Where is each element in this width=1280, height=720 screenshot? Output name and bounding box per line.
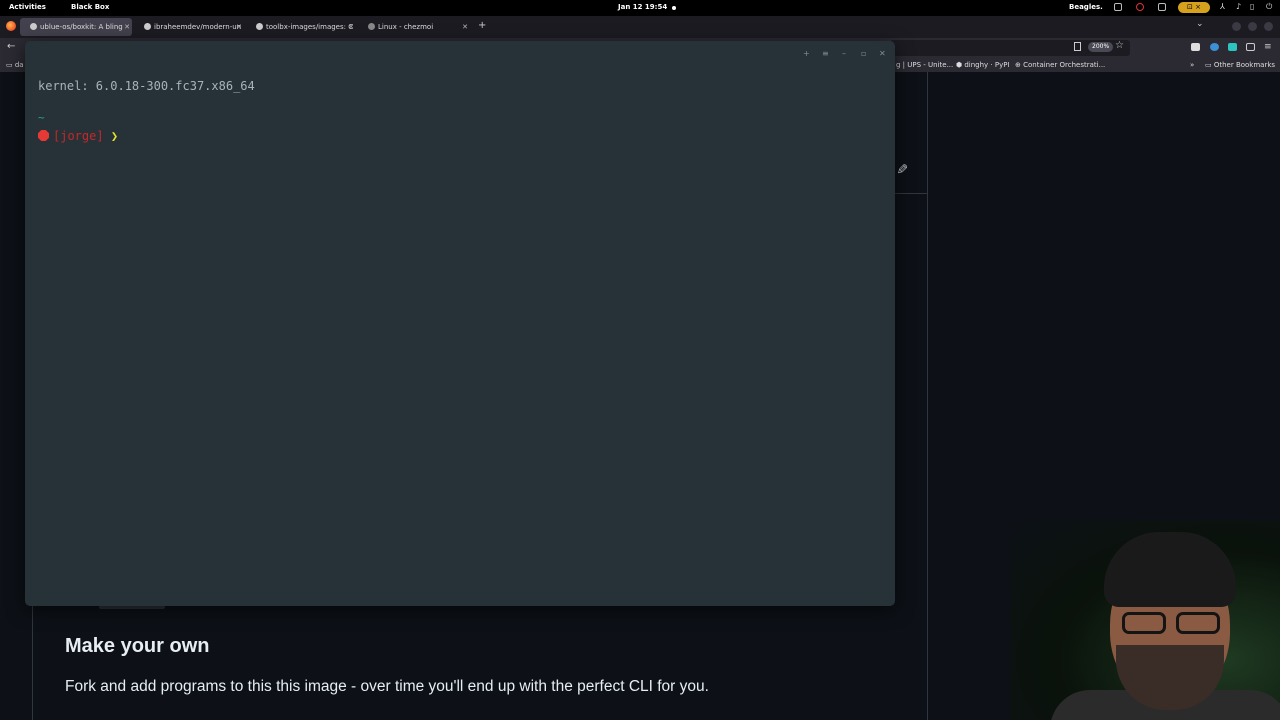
bookmarks-overflow-icon[interactable]: » <box>1190 61 1194 69</box>
user-indicator[interactable]: Beagles. <box>1069 3 1103 11</box>
working-directory: ~ <box>38 111 45 124</box>
clock[interactable]: Jan 12 19:54 <box>618 3 667 11</box>
bookmark-star-icon[interactable]: ☆ <box>1115 40 1124 51</box>
maximize-window-icon[interactable] <box>1248 22 1257 31</box>
activities-button[interactable]: Activities <box>9 3 46 11</box>
bookmark-container-orchestration[interactable]: ⊕ Container Orchestrati... <box>1015 61 1105 69</box>
tab-modern-unix[interactable]: ibraheemdev/modern-un ✕ <box>134 18 244 36</box>
system-top-bar: Activities Black Box Jan 12 19:54 Beagle… <box>0 0 1280 16</box>
kernel-output: kernel: 6.0.18-300.fc37.x86_64 <box>38 79 255 93</box>
close-tab-icon[interactable]: ✕ <box>348 18 354 36</box>
extension-icon[interactable] <box>1246 43 1255 51</box>
bookmark-label: Container Orchestrati... <box>1023 61 1106 69</box>
bookmark-label: Other Bookmarks <box>1213 61 1276 69</box>
chezmoi-icon <box>368 23 375 30</box>
github-icon <box>256 23 263 30</box>
shell-prompt[interactable]: [jorge] ❯ <box>38 129 118 143</box>
tab-chezmoi[interactable]: Linux - chezmoi ✕ <box>358 18 470 36</box>
container-hex-icon <box>38 130 49 141</box>
battery-icon[interactable]: ▯ <box>1250 3 1258 11</box>
section-heading: Make your own <box>65 635 210 657</box>
tab-list-chevron-icon[interactable]: ⌄ <box>1196 19 1204 29</box>
firefox-icon <box>6 21 16 31</box>
tab-label: Linux - chezmoi <box>378 23 434 31</box>
github-icon <box>30 23 37 30</box>
tab-label: toolbx-images/images: C <box>266 23 354 31</box>
browser-tab-bar: ublue-os/boxkit: A bling ✕ ibraheemdev/m… <box>0 16 1280 38</box>
close-icon[interactable]: ✕ <box>879 49 886 58</box>
new-tab-icon[interactable]: + <box>478 20 486 31</box>
tab-toolbx-images[interactable]: toolbx-images/images: C ✕ <box>246 18 356 36</box>
close-tab-icon[interactable]: ✕ <box>462 18 468 36</box>
terminal-window[interactable]: + ≡ – ▫ ✕ kernel: 6.0.18-300.fc37.x86_64… <box>25 41 895 606</box>
github-icon <box>144 23 151 30</box>
record-icon[interactable] <box>1136 3 1144 11</box>
notes-icon[interactable] <box>1158 3 1166 11</box>
screen-share-indicator[interactable]: ⊡ × <box>1178 2 1210 13</box>
extension-icon[interactable] <box>1191 43 1200 51</box>
tab-boxkit[interactable]: ublue-os/boxkit: A bling ✕ <box>20 18 132 36</box>
divider <box>893 193 927 194</box>
edit-pencil-icon[interactable]: ✎ <box>893 163 909 175</box>
zoom-level-badge[interactable]: 200% <box>1088 42 1114 52</box>
bookmark-folder[interactable]: ▭ da <box>6 61 24 69</box>
hamburger-menu-icon[interactable]: ≡ <box>1264 43 1273 52</box>
tab-label: ibraheemdev/modern-un <box>154 23 242 31</box>
notification-dot <box>672 6 676 10</box>
app-menu[interactable]: Black Box <box>71 3 109 11</box>
close-tab-icon[interactable]: ✕ <box>236 18 242 36</box>
power-icon[interactable]: ⏻ <box>1266 3 1274 11</box>
section-paragraph: Fork and add programs to this this image… <box>65 678 709 695</box>
back-arrow-icon[interactable]: ← <box>7 41 15 52</box>
prompt-arrow: ❯ <box>110 129 119 143</box>
bookmark-dinghy[interactable]: ⬢ dinghy · PyPI <box>956 61 1010 69</box>
minimize-icon[interactable]: – <box>842 49 846 58</box>
extension-icon[interactable] <box>1210 43 1219 51</box>
person-glasses <box>1122 612 1224 636</box>
bookmark-label: da <box>14 61 24 69</box>
close-window-icon[interactable] <box>1264 22 1273 31</box>
close-tab-icon[interactable]: ✕ <box>124 18 130 36</box>
reader-view-icon[interactable] <box>1074 42 1081 51</box>
menu-icon[interactable]: ≡ <box>822 49 829 58</box>
minimize-window-icon[interactable] <box>1232 22 1241 31</box>
other-bookmarks-folder[interactable]: ▭ Other Bookmarks <box>1205 61 1275 69</box>
volume-icon[interactable]: ♪ <box>1236 3 1244 11</box>
extension-icon[interactable] <box>1228 43 1237 51</box>
tab-label: ublue-os/boxkit: A bling <box>40 23 123 31</box>
clipboard-icon[interactable] <box>1114 3 1122 11</box>
new-tab-icon[interactable]: + <box>803 49 810 58</box>
bookmark-ups[interactable]: g | UPS - Unite... <box>896 61 953 69</box>
prompt-user: [jorge] <box>53 129 104 143</box>
webcam-overlay <box>1010 520 1280 720</box>
maximize-icon[interactable]: ▫ <box>861 49 866 58</box>
network-icon[interactable]: ⅄ <box>1220 3 1228 11</box>
bookmark-label: dinghy · PyPI <box>964 61 1010 69</box>
